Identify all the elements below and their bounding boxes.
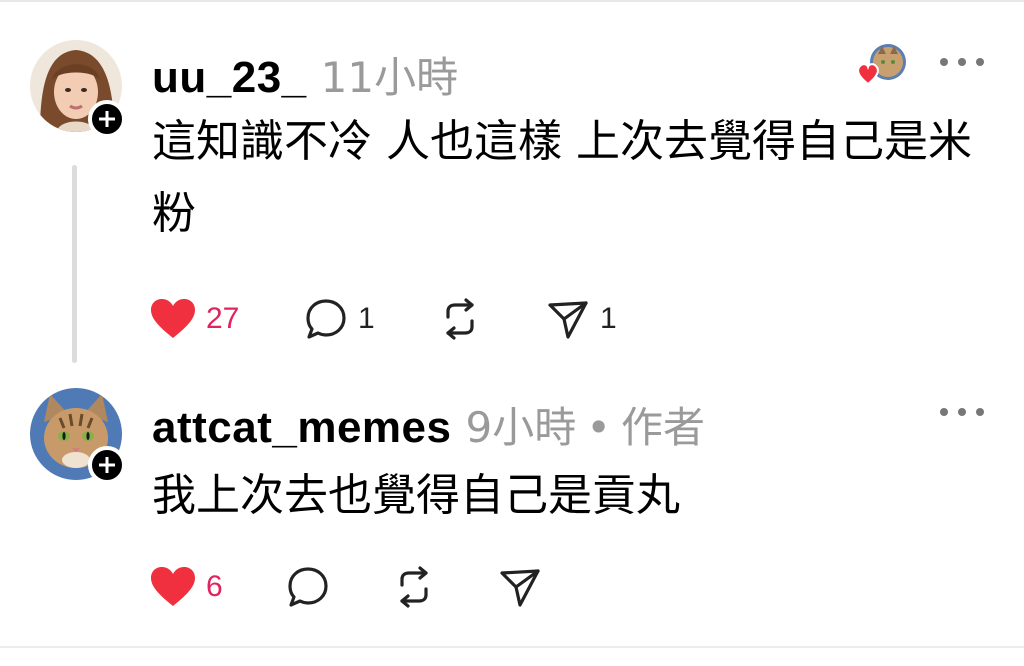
reply-button[interactable]: 1 xyxy=(304,297,438,341)
more-icon-dot xyxy=(976,58,984,66)
author-liked-indicator xyxy=(852,40,912,92)
author-tag: 作者 xyxy=(621,403,706,452)
share-icon xyxy=(548,301,588,339)
more-icon-dot xyxy=(940,408,948,416)
separator-dot: • xyxy=(586,403,612,452)
like-count: 6 xyxy=(206,570,223,603)
share-button[interactable]: 1 xyxy=(546,297,617,341)
comment-icon xyxy=(306,299,346,339)
comment-text: 我上次去也覺得自己是貢丸 xyxy=(152,470,680,521)
repost-button[interactable] xyxy=(438,297,546,341)
username-link[interactable]: uu_23_ xyxy=(152,53,307,103)
more-icon-dot xyxy=(976,408,984,416)
share-icon xyxy=(500,569,540,607)
more-options-button[interactable] xyxy=(940,52,984,72)
more-icon-dot xyxy=(940,58,948,66)
more-options-button[interactable] xyxy=(940,402,984,422)
comment-item: attcat_memes 9小時 • 作者 我上次去也覺得自己是貢丸 6 xyxy=(0,380,1024,646)
repost-icon xyxy=(400,566,428,608)
comment-header: attcat_memes 9小時 • 作者 xyxy=(152,394,705,455)
like-button[interactable]: 6 xyxy=(150,566,286,608)
follow-button[interactable] xyxy=(88,100,126,138)
plus-icon xyxy=(99,111,115,127)
bottom-divider xyxy=(0,646,1024,648)
more-icon-dot xyxy=(958,408,966,416)
reply-button[interactable] xyxy=(286,565,392,609)
share-count: 1 xyxy=(600,302,617,335)
comment-icon xyxy=(288,567,328,607)
timestamp: 11小時 xyxy=(320,53,459,102)
action-bar: 27 1 1 xyxy=(150,296,617,342)
comment-header: uu_23_ 11小時 xyxy=(152,44,458,105)
plus-icon xyxy=(99,457,115,473)
follow-button[interactable] xyxy=(88,446,126,484)
reply-count: 1 xyxy=(358,302,375,335)
repost-button[interactable] xyxy=(392,565,498,609)
more-icon-dot xyxy=(958,58,966,66)
comment-item: uu_23_ 11小時 這知識不冷 人也這樣 上次去覺得自己是米粉 27 1 1 xyxy=(0,0,1024,380)
action-bar: 6 xyxy=(150,564,552,610)
heart-icon xyxy=(857,63,879,86)
thread-line xyxy=(72,165,77,363)
share-button[interactable] xyxy=(498,565,552,609)
comment-text: 這知識不冷 人也這樣 上次去覺得自己是米粉 xyxy=(152,116,972,239)
heart-icon xyxy=(151,299,195,338)
like-count: 27 xyxy=(206,302,240,335)
timestamp: 9小時 xyxy=(465,403,577,452)
heart-icon xyxy=(151,567,195,606)
like-button[interactable]: 27 xyxy=(150,298,304,340)
repost-icon xyxy=(446,298,474,340)
username-link[interactable]: attcat_memes xyxy=(152,403,452,453)
